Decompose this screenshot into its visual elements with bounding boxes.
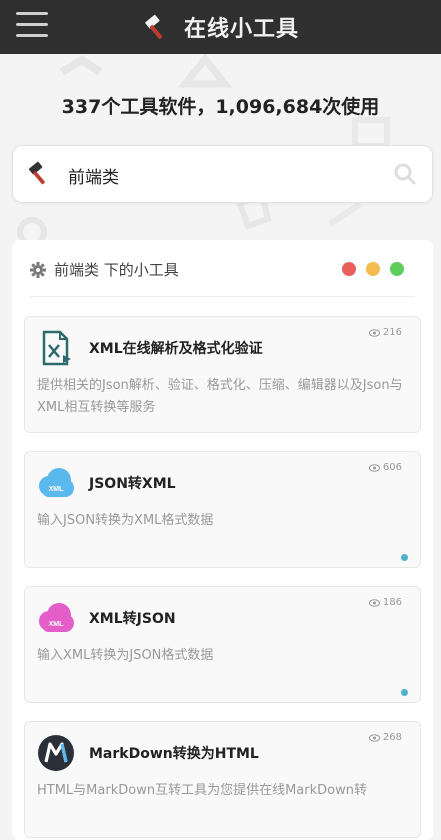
view-count: 606 [368, 462, 402, 473]
brand[interactable]: 在线小工具 [140, 8, 299, 46]
eye-icon [368, 598, 380, 607]
usage-stats: 337个工具软件，1,096,684次使用 [61, 96, 380, 118]
panel-title: 前端类 下的小工具 [54, 261, 179, 279]
tool-description: HTML与MarkDown互转工具为您提供在线MarkDown转 [37, 783, 367, 798]
search-icon[interactable] [394, 163, 416, 185]
search-input[interactable]: 前端类 [68, 163, 119, 188]
tool-description: 输入JSON转换为XML格式数据 [37, 513, 214, 528]
hammer-icon [28, 161, 45, 185]
tools-panel: 前端类 下的小工具 XML在线解析及格式化验证 216 提供相关的Json解析、… [12, 240, 433, 840]
tool-title: JSON转XML [89, 476, 176, 492]
xml-cloud-icon: XML [37, 599, 75, 637]
gear-icon [30, 262, 46, 278]
search-box[interactable]: 前端类 [12, 145, 433, 203]
hamburger-menu-icon[interactable] [16, 12, 48, 38]
tool-title: XML在线解析及格式化验证 [89, 341, 263, 357]
tool-title: XML转JSON [89, 611, 176, 627]
tool-card[interactable]: XML在线解析及格式化验证 216 提供相关的Json解析、验证、格式化、压缩、… [24, 316, 421, 433]
tool-description: 输入XML转换为JSON格式数据 [37, 648, 214, 663]
green-dot [390, 262, 404, 276]
view-count: 268 [368, 732, 402, 743]
red-dot [342, 262, 356, 276]
xml-file-icon [42, 330, 71, 366]
markdown-m-icon [38, 735, 74, 771]
tool-card[interactable]: MarkDown转换为HTML 268 HTML与MarkDown互转工具为您提… [24, 721, 421, 838]
yellow-dot [366, 262, 380, 276]
view-count: 216 [368, 327, 402, 338]
tool-description: 提供相关的Json解析、验证、格式化、压缩、编辑器以及Json与XML相互转换等… [37, 378, 403, 415]
hammer-icon [145, 14, 163, 40]
eye-icon [368, 463, 380, 472]
xml-cloud-icon: XML [37, 464, 75, 502]
app-title: 在线小工具 [184, 17, 300, 42]
panel-header: 前端类 下的小工具 [30, 258, 415, 297]
view-count: 186 [368, 597, 402, 608]
eye-icon [368, 328, 380, 337]
tool-title: MarkDown转换为HTML [89, 746, 259, 762]
tool-card[interactable]: XML XML转JSON 186 输入XML转换为JSON格式数据 [24, 586, 421, 703]
svg-text:XML: XML [49, 621, 65, 628]
top-bar: 在线小工具 [0, 0, 441, 54]
tool-card[interactable]: XML JSON转XML 606 输入JSON转换为XML格式数据 [24, 451, 421, 568]
svg-text:XML: XML [49, 486, 65, 493]
status-dot [401, 554, 408, 561]
eye-icon [368, 733, 380, 742]
status-dot [401, 689, 408, 696]
